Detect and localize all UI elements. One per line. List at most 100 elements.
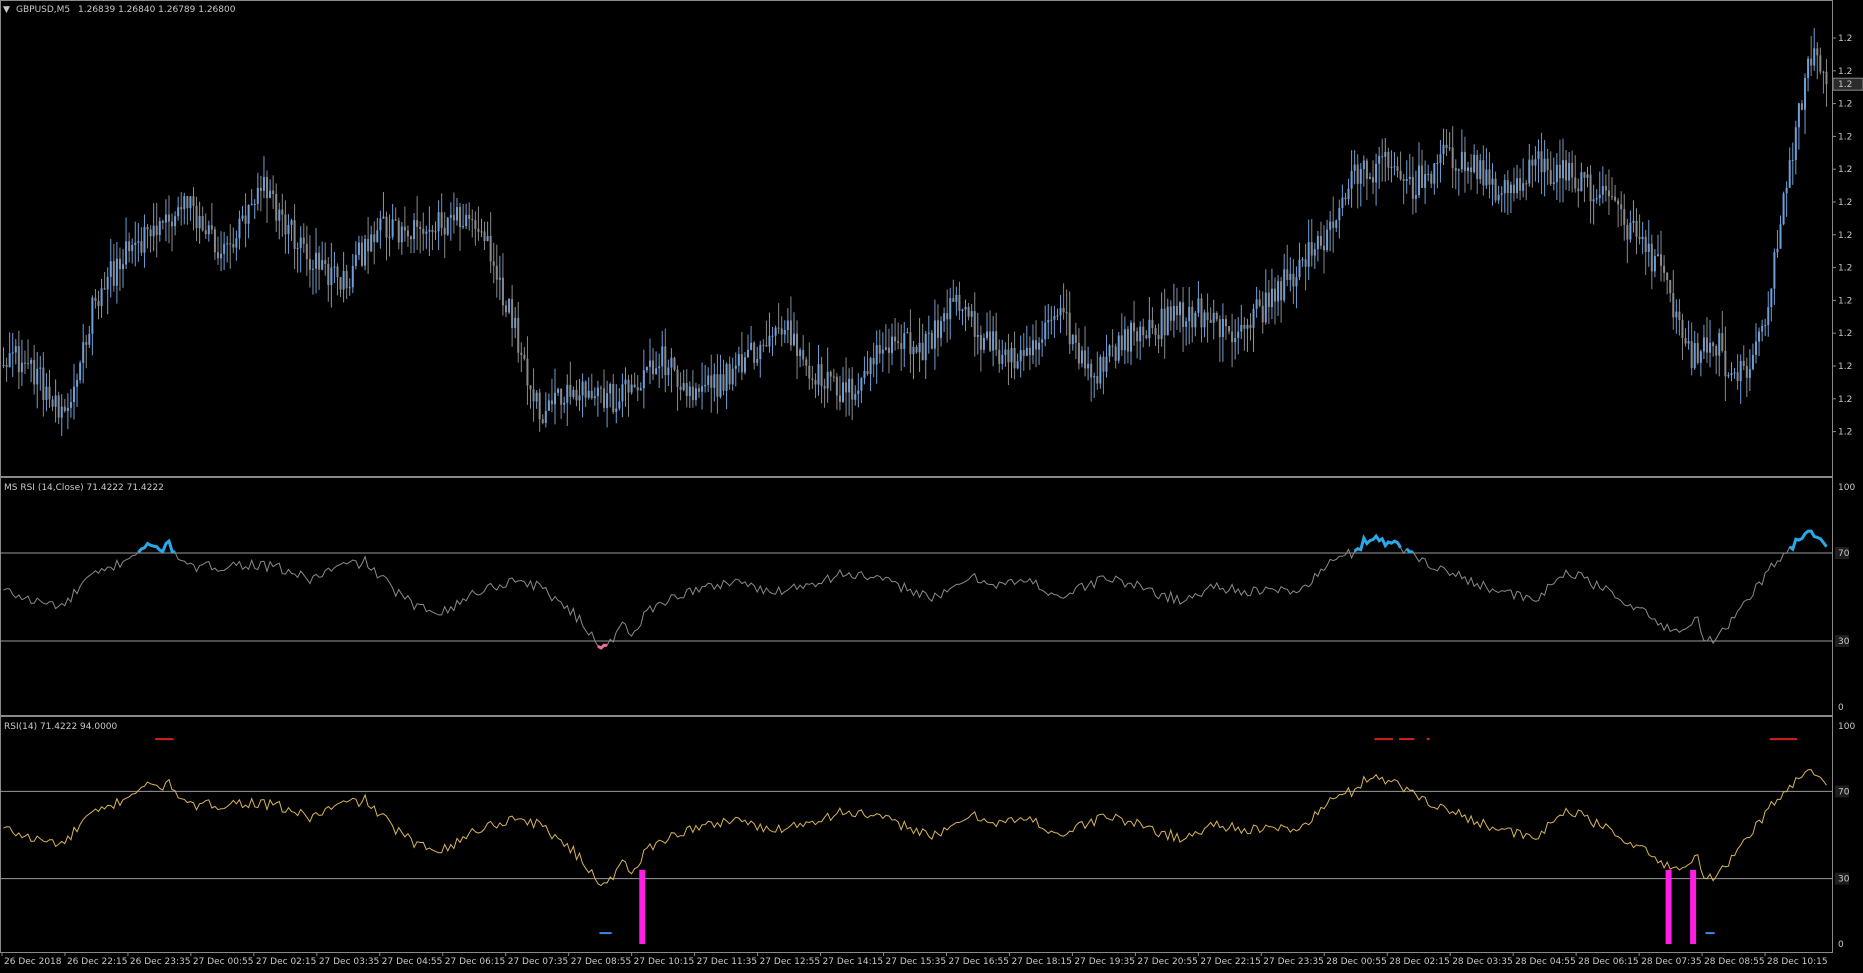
- candle-body: [569, 384, 572, 397]
- candle-body: [125, 241, 128, 265]
- candle-body: [973, 311, 976, 337]
- candle-body: [1344, 197, 1347, 200]
- candle-body: [691, 386, 694, 401]
- time-tick-label: 27 Dec 02:15: [256, 957, 317, 967]
- candle-body: [266, 177, 269, 198]
- candle-body: [1629, 222, 1632, 240]
- candle-body: [1160, 308, 1163, 340]
- candle-body: [596, 387, 599, 397]
- candle-body: [1813, 48, 1816, 66]
- candle-body: [940, 321, 943, 338]
- candle-body: [627, 379, 630, 393]
- candle-body: [69, 402, 72, 408]
- rsi1-title: MS RSI (14,Close) 71.4222 71.4222: [4, 483, 164, 493]
- candle-body: [1497, 194, 1500, 201]
- candle-body: [1822, 71, 1825, 73]
- candle-body: [1601, 186, 1604, 195]
- candle-body: [480, 231, 483, 233]
- candle-body: [413, 220, 416, 240]
- trading-chart[interactable]: ▼ GBPUSD,M5 1.26839 1.26840 1.26789 1.26…: [0, 0, 1863, 969]
- candle-body: [155, 225, 158, 236]
- candle-body: [1099, 356, 1102, 384]
- candle-body: [664, 346, 667, 376]
- candle-body: [1283, 269, 1286, 301]
- candle-body: [924, 333, 927, 361]
- candle-body: [5, 364, 8, 368]
- candle-body: [1264, 292, 1267, 323]
- candle-body: [1540, 151, 1543, 173]
- candle-body: [1424, 174, 1427, 188]
- candle-body: [593, 396, 596, 399]
- candle-body: [23, 362, 26, 364]
- candle-body: [1292, 273, 1295, 287]
- candle-body: [60, 406, 63, 418]
- candle-body: [1372, 177, 1375, 183]
- candle-body: [213, 229, 216, 253]
- candle-body: [952, 298, 955, 302]
- candle-body: [1310, 242, 1313, 256]
- candle-body: [1313, 249, 1316, 256]
- candle-body: [1307, 242, 1310, 267]
- time-tick-label: 27 Dec 16:55: [948, 957, 1009, 967]
- candle-body: [483, 231, 486, 242]
- rsi1-lines: [0, 529, 1832, 650]
- candle-body: [1022, 350, 1025, 356]
- candle-body: [1071, 334, 1074, 345]
- candle-body: [324, 260, 327, 264]
- histogram-bar: [1690, 869, 1697, 944]
- candle-body: [1316, 235, 1319, 250]
- candle-body: [854, 394, 857, 400]
- candle-body: [195, 205, 198, 229]
- candle-body: [1656, 254, 1659, 257]
- candle-body: [1126, 329, 1129, 352]
- candle-body: [186, 196, 189, 209]
- candle-body: [823, 386, 826, 389]
- rsi-overbought-segment: [1353, 533, 1402, 553]
- candle-body: [1047, 320, 1050, 323]
- price-tick-label: 1.2: [1838, 395, 1852, 405]
- candle-body: [734, 365, 737, 369]
- candle-body: [756, 359, 759, 363]
- candle-body: [1439, 154, 1442, 163]
- candle-body: [1139, 326, 1142, 342]
- candle-body: [373, 234, 376, 243]
- candle-body: [1522, 183, 1525, 191]
- candle-body: [740, 354, 743, 373]
- candle-body: [884, 347, 887, 350]
- rsi-overbought-segment: [1405, 547, 1413, 554]
- candle-body: [79, 362, 82, 381]
- candle-body: [863, 371, 866, 379]
- candle-body: [1252, 308, 1255, 328]
- candle-body: [100, 288, 103, 307]
- candle-body: [1736, 372, 1739, 382]
- candle-body: [1516, 178, 1519, 194]
- candle-body: [572, 389, 575, 397]
- candle-body: [1571, 162, 1574, 178]
- candle-body: [1228, 326, 1231, 332]
- candle-body: [39, 367, 42, 369]
- candle-body: [710, 375, 713, 388]
- candle-body: [299, 237, 302, 249]
- candle-body: [808, 365, 811, 379]
- candle-body: [648, 360, 651, 367]
- candle-body: [979, 334, 982, 350]
- candle-body: [964, 306, 967, 310]
- candle-body: [1577, 188, 1580, 192]
- candle-body: [599, 387, 602, 389]
- candle-body: [550, 400, 553, 405]
- candle-body: [1546, 158, 1549, 171]
- dropdown-arrow-icon[interactable]: ▼: [3, 5, 10, 15]
- candle-body: [1819, 55, 1822, 72]
- candle-body: [1246, 324, 1249, 329]
- candle-body: [1555, 164, 1558, 183]
- chart-canvas[interactable]: ▼ GBPUSD,M5 1.26839 1.26840 1.26789 1.26…: [0, 0, 1863, 969]
- time-tick-label: 28 Dec 08:55: [1704, 957, 1765, 967]
- candle-body: [410, 236, 413, 240]
- scale-label: 0: [1838, 703, 1844, 713]
- candle-body: [308, 259, 311, 270]
- candle-body: [783, 329, 786, 335]
- candle-body: [842, 382, 845, 402]
- candle-body: [1365, 160, 1368, 179]
- candle-body: [1534, 159, 1537, 166]
- candle-body: [1414, 195, 1417, 199]
